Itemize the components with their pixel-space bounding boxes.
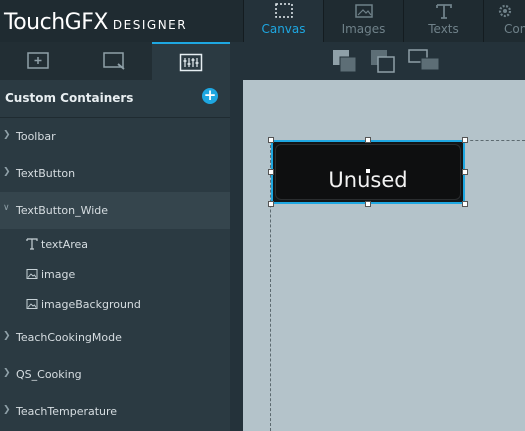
resize-handle-top-left[interactable] xyxy=(268,137,274,143)
app-logo: TouchGFX DESIGNER xyxy=(4,4,187,38)
tree-item-label: TextButton xyxy=(16,167,76,180)
panel-tab-add-widget[interactable] xyxy=(0,42,76,80)
tree-item-label: QS_Cooking xyxy=(16,368,82,381)
tree-item[interactable]: ❯ TeachCookingMode xyxy=(0,319,230,356)
tree-item[interactable]: ❯ QS_Cooking xyxy=(0,356,230,393)
add-container-button[interactable]: + xyxy=(202,88,218,104)
resize-handle-right[interactable] xyxy=(462,169,468,175)
custom-containers-title: Custom Containers xyxy=(5,91,134,105)
tree-item-label: TextButton_Wide xyxy=(16,204,109,217)
resize-handle-bottom-left[interactable] xyxy=(268,201,274,207)
top-bar: TouchGFX DESIGNER Canvas Images Texts Co… xyxy=(0,0,525,42)
tree-child-item[interactable]: textArea xyxy=(0,229,230,259)
text-icon xyxy=(26,238,38,250)
arrange-icon[interactable] xyxy=(408,49,442,75)
custom-container-icon xyxy=(179,53,203,72)
tree-item-selected[interactable]: ∨ TextButton_Wide xyxy=(0,192,230,229)
tab-images[interactable]: Images xyxy=(323,0,403,42)
design-canvas[interactable] xyxy=(243,80,525,431)
resize-handle-top-right[interactable] xyxy=(462,137,468,143)
chevron-right-icon[interactable]: ❯ xyxy=(3,130,13,142)
panel-tabs xyxy=(0,42,230,80)
screen-boundary-horizontal xyxy=(465,140,525,141)
tab-texts[interactable]: Texts xyxy=(403,0,483,42)
resize-handle-top[interactable] xyxy=(365,137,371,143)
screen-icon xyxy=(103,52,125,70)
chevron-right-icon[interactable]: ❯ xyxy=(3,167,13,179)
tree-item-label: textArea xyxy=(41,238,89,251)
tree-item-label: TeachCookingMode xyxy=(16,331,122,344)
panel-tab-custom-containers[interactable] xyxy=(152,42,230,80)
chevron-down-icon[interactable]: ∨ xyxy=(3,203,13,215)
canvas-gutter xyxy=(230,80,243,431)
tree-item[interactable]: ❯ Toolbar xyxy=(0,118,230,155)
tab-label: Images xyxy=(341,22,386,36)
resize-handle-bottom-right[interactable] xyxy=(462,201,468,207)
resize-handle-left[interactable] xyxy=(268,169,274,175)
image-icon xyxy=(354,4,373,18)
image-icon xyxy=(26,299,38,309)
tab-canvas[interactable]: Canvas xyxy=(243,0,323,42)
custom-containers-header: Custom Containers xyxy=(0,80,230,118)
canvas-icon xyxy=(274,3,293,18)
bring-forward-icon[interactable] xyxy=(332,49,360,75)
center-handle[interactable] xyxy=(366,169,370,173)
tree-item[interactable]: ❯ TextButton xyxy=(0,155,230,192)
chevron-right-icon[interactable]: ❯ xyxy=(3,331,13,343)
gear-icon xyxy=(498,4,512,18)
send-backward-icon[interactable] xyxy=(370,49,398,75)
chevron-right-icon[interactable]: ❯ xyxy=(3,368,13,380)
resize-handle-bottom[interactable] xyxy=(365,201,371,207)
tree-item-label: Toolbar xyxy=(16,130,56,143)
tab-label: Canvas xyxy=(261,22,306,36)
tab-label: Con xyxy=(504,22,525,36)
tree-item-label: TeachTemperature xyxy=(16,405,118,418)
chevron-right-icon[interactable]: ❯ xyxy=(3,405,13,417)
add-widget-icon xyxy=(27,52,49,69)
tab-label: Texts xyxy=(428,22,459,36)
tree-item-label: imageBackground xyxy=(41,298,141,311)
brand-subtitle: DESIGNER xyxy=(112,18,188,32)
image-icon xyxy=(26,269,38,279)
panel-tab-screens[interactable] xyxy=(76,42,152,80)
tab-config[interactable]: Con xyxy=(483,0,525,42)
left-panel: Custom Containers + ❯ Toolbar ❯ TextButt… xyxy=(0,42,230,431)
canvas-toolbar xyxy=(230,42,525,80)
tree-item[interactable]: ❯ TeachTemperature xyxy=(0,393,230,430)
text-icon xyxy=(435,4,452,19)
tree-child-item[interactable]: imageBackground xyxy=(0,289,230,319)
tree-child-item[interactable]: image xyxy=(0,259,230,289)
tree-item-label: image xyxy=(41,268,76,281)
brand-name: TouchGFX xyxy=(4,10,108,35)
